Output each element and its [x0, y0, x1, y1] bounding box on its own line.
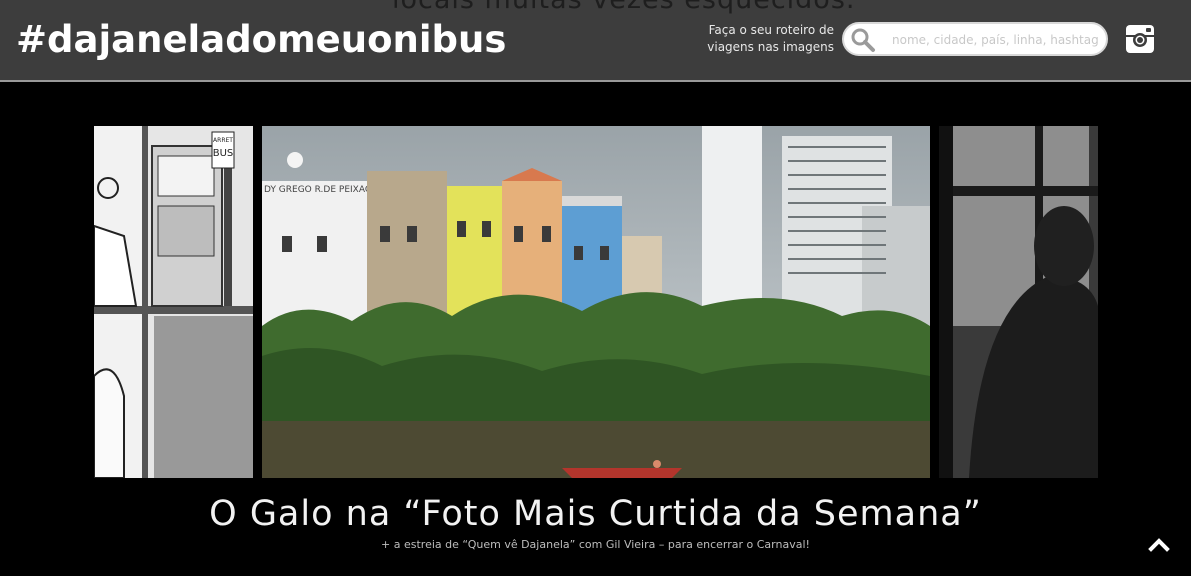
carousel-slide-current[interactable]: DY GREGO R.DE PEIXACHO	[262, 126, 930, 478]
chevron-up-icon[interactable]	[1148, 535, 1170, 557]
search-box[interactable]	[842, 22, 1108, 56]
post-title[interactable]: O Galo na “Foto Mais Curtida da Semana”	[0, 494, 1191, 534]
site-header: locais muitas vezes esquecidos. #dajanel…	[0, 0, 1191, 82]
search-icon[interactable]	[850, 27, 876, 57]
site-logo[interactable]: #dajaneladomeuonibus	[16, 18, 506, 61]
header-ghost-text: locais muitas vezes esquecidos.	[392, 0, 855, 15]
building-sign: DY GREGO R.DE PEIXACHO	[264, 185, 385, 195]
carousel-slide-next[interactable]	[939, 126, 1098, 478]
search-tagline: Faça o seu roteiro de viagens nas imagen…	[707, 23, 834, 54]
image-carousel[interactable]: ARRET BUS DY GREGO R.DE PEIXACHO	[94, 126, 1098, 478]
search-input[interactable]	[890, 29, 1104, 51]
instagram-icon[interactable]	[1125, 24, 1155, 58]
carousel-slide-prev[interactable]: ARRET BUS	[94, 126, 253, 478]
bus-stop-sign-bottom: BUS	[213, 148, 234, 159]
bus-stop-sign-top: ARRET	[213, 137, 233, 144]
post-subtitle: + a estreia de “Quem vê Dajanela” com Gi…	[381, 538, 810, 551]
